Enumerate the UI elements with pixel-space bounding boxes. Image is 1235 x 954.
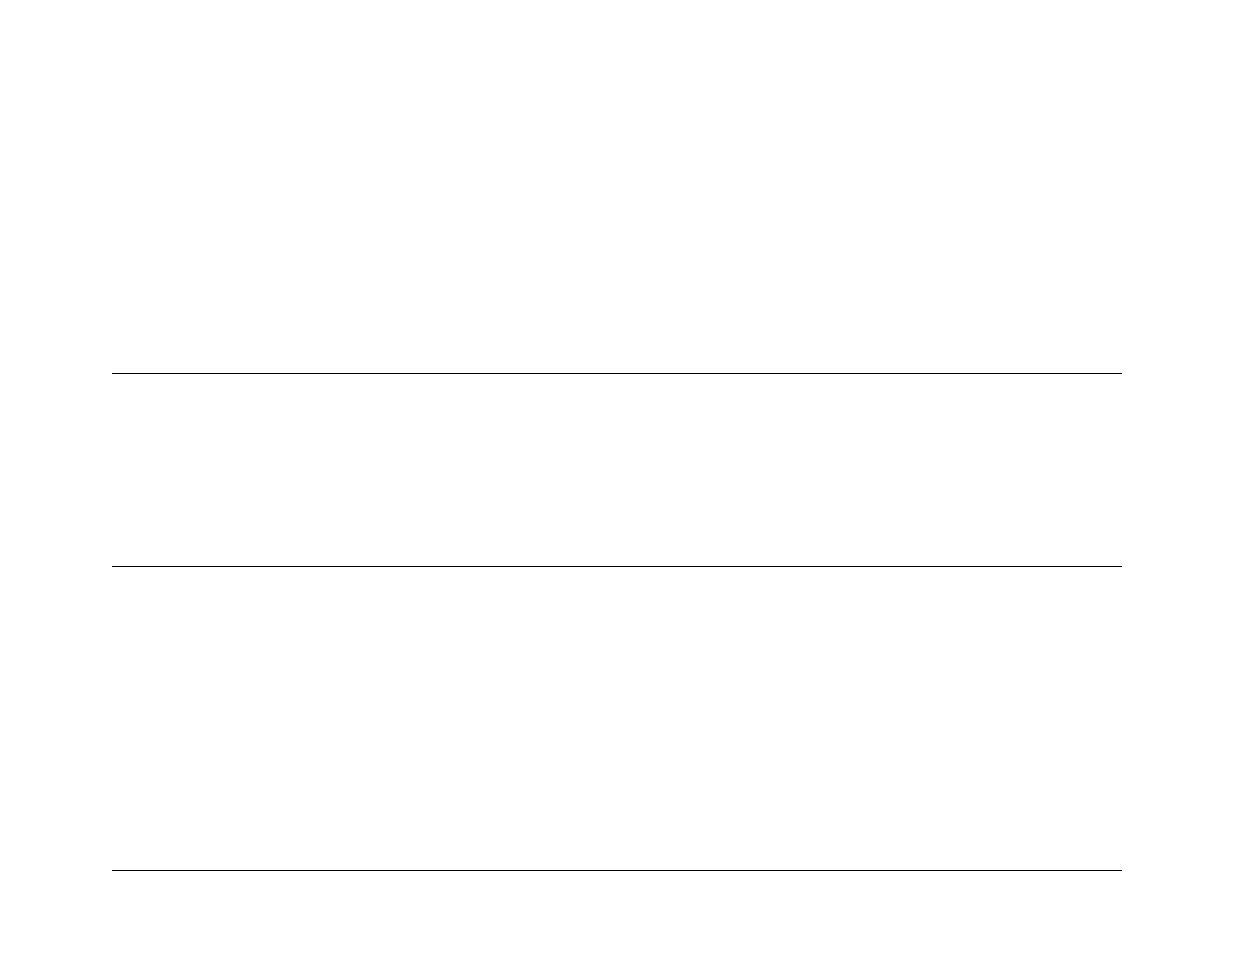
horizontal-rule <box>112 566 1122 567</box>
horizontal-rule <box>112 373 1122 374</box>
horizontal-rule <box>112 870 1122 871</box>
